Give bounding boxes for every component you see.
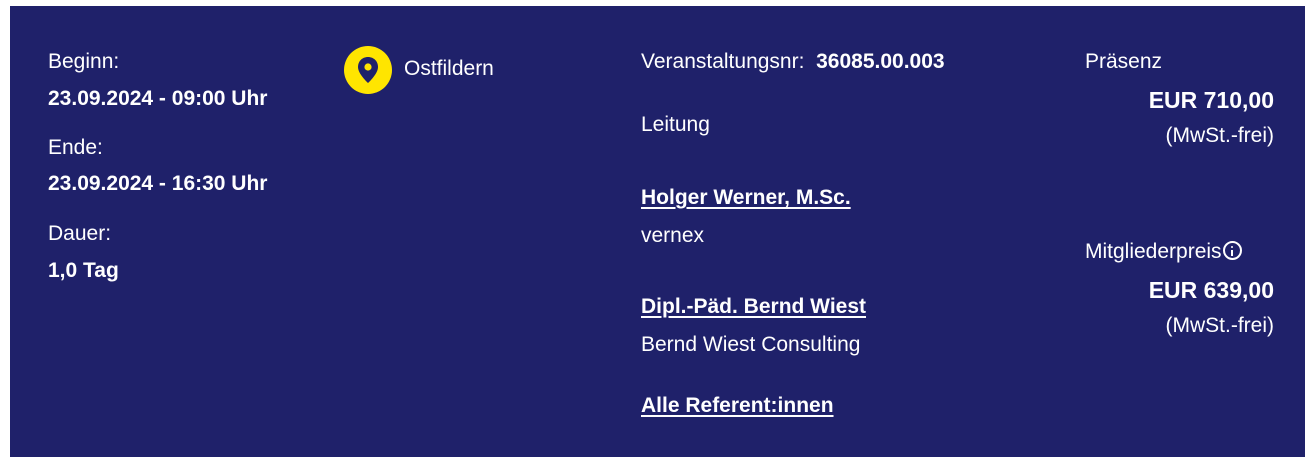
location-pin-icon — [344, 46, 392, 94]
speaker-link-holger-werner[interactable]: Holger Werner, M.Sc. — [641, 186, 851, 210]
event-details-panel: Beginn: 23.09.2024 - 09:00 Uhr Ende: 23.… — [10, 6, 1305, 457]
start-value: 23.09.2024 - 09:00 Uhr — [48, 87, 268, 110]
start-label: Beginn: — [48, 50, 120, 73]
member-price-label: Mitgliederpreis — [1085, 240, 1222, 263]
presence-price: EUR 710,00 — [1148, 87, 1274, 113]
speaker-company-vernex: vernex — [641, 224, 705, 247]
info-icon[interactable] — [1222, 241, 1242, 260]
duration-label: Dauer: — [48, 222, 112, 245]
end-value: 23.09.2024 - 16:30 Uhr — [48, 172, 268, 195]
event-number-value: 36085.00.003 — [816, 50, 945, 73]
member-price: EUR 639,00 — [1148, 277, 1274, 303]
event-number-row: Veranstaltungsnr: 36085.00.003 — [641, 50, 945, 74]
lead-label: Leitung — [641, 113, 710, 136]
presence-label: Präsenz — [1085, 50, 1163, 73]
all-speakers-link[interactable]: Alle Referent:innen — [641, 394, 834, 418]
location-name: Ostfildern — [404, 57, 494, 80]
speaker-company-bernd-wiest: Bernd Wiest Consulting — [641, 333, 861, 356]
speaker-link-bernd-wiest[interactable]: Dipl.-Päd. Bernd Wiest — [641, 295, 866, 319]
member-tax-note: (MwSt.-frei) — [1165, 314, 1275, 337]
end-label: Ende: — [48, 136, 103, 159]
member-price-row: Mitgliederpreis — [1085, 240, 1242, 264]
event-number-label: Veranstaltungsnr: — [641, 50, 805, 73]
presence-tax-note: (MwSt.-frei) — [1165, 124, 1275, 147]
duration-value: 1,0 Tag — [48, 259, 119, 282]
